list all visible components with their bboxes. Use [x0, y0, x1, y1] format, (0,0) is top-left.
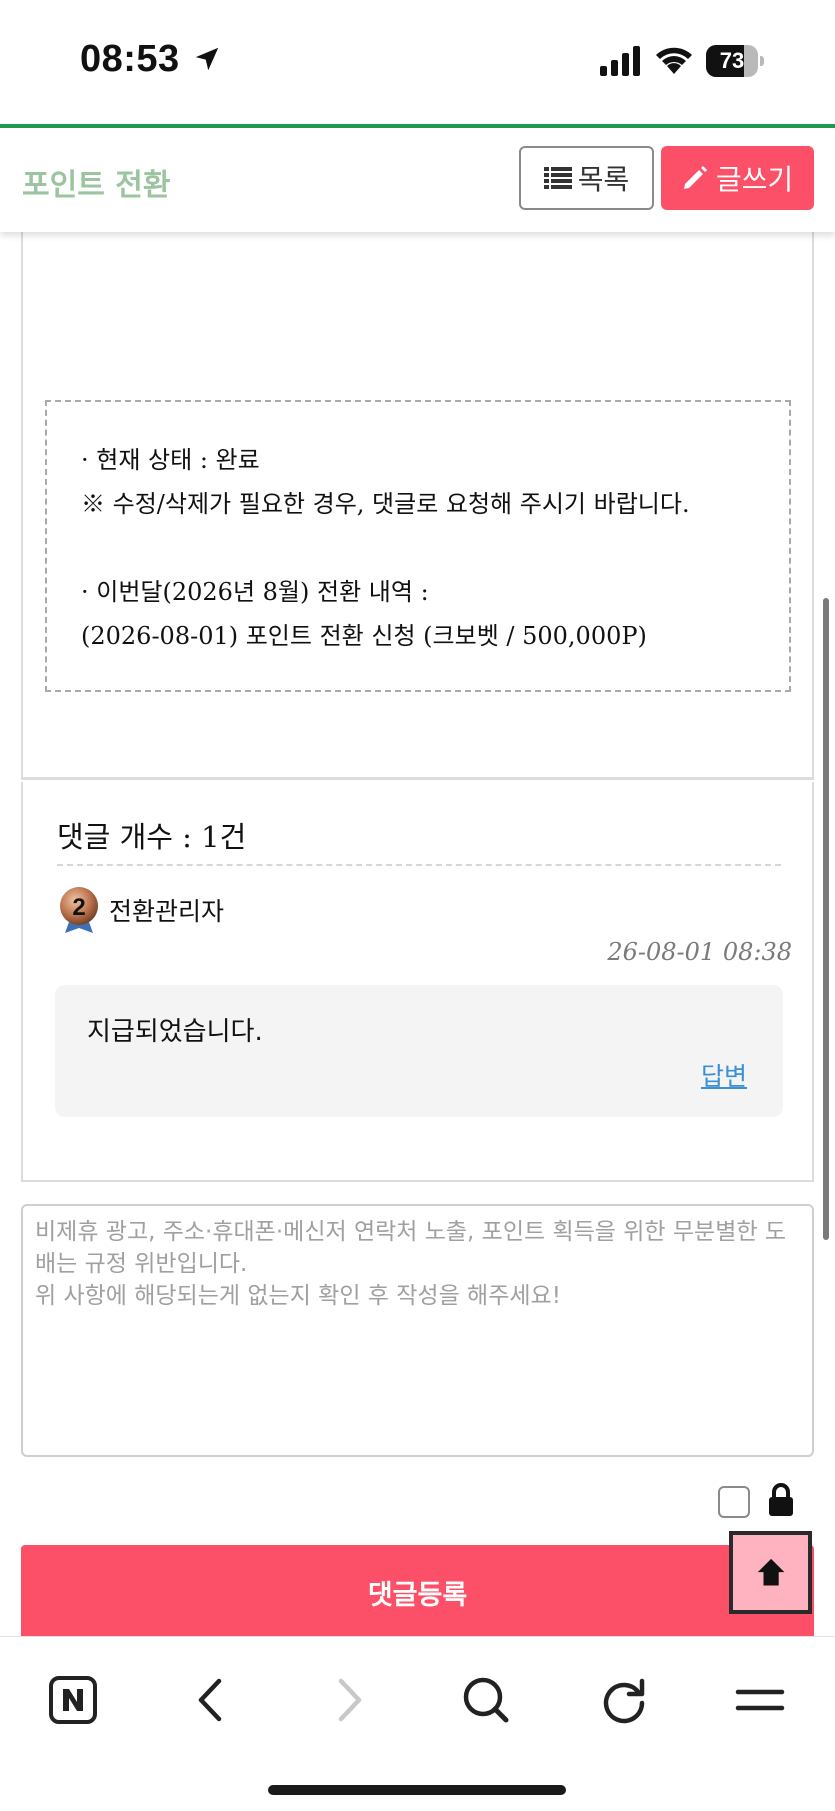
- search-icon: [463, 1677, 509, 1723]
- reply-link[interactable]: 답변: [701, 1057, 747, 1093]
- menu-icon: [735, 1689, 785, 1711]
- comment-item: 지급되었습니다. 답변: [55, 985, 783, 1117]
- write-button[interactable]: 글쓰기: [661, 146, 814, 210]
- conversion-info-box: · 현재 상태 : 완료 ※ 수정/삭제가 필요한 경우, 댓글로 요청해 주시…: [45, 400, 791, 692]
- cellular-signal-icon: [600, 46, 640, 76]
- chevron-right-icon: [338, 1678, 362, 1722]
- list-button[interactable]: 목록: [519, 146, 654, 210]
- naver-n-icon: [49, 1676, 97, 1724]
- comment-textarea[interactable]: [21, 1204, 814, 1457]
- pencil-icon: [683, 166, 707, 189]
- monthly-history-entry: (2026-08-01) 포인트 전환 신청 (크보벳 / 500,000P): [81, 622, 647, 650]
- write-button-label: 글쓰기: [715, 163, 794, 196]
- comment-date: 26-08-01 08:38: [607, 938, 792, 966]
- secret-comment-checkbox[interactable]: [718, 1486, 750, 1518]
- post-content: · 현재 상태 : 완료 ※ 수정/삭제가 필요한 경우, 댓글로 요청해 주시…: [21, 232, 814, 780]
- location-arrow-icon: [195, 47, 219, 71]
- board-header: 포인트 전환 목록 글쓰기: [0, 128, 835, 232]
- reload-icon: [603, 1678, 645, 1724]
- reload-button[interactable]: [589, 1665, 659, 1735]
- back-button[interactable]: [176, 1665, 246, 1735]
- level-number: 2: [72, 894, 85, 921]
- page-scrollbar[interactable]: [823, 598, 829, 1240]
- status-time: 08:53: [80, 38, 180, 80]
- list-icon: [543, 167, 572, 189]
- arrow-up-icon: [757, 1558, 784, 1585]
- page-title: 포인트 전환: [22, 168, 171, 203]
- comment-divider: [57, 864, 781, 866]
- lock-icon: [769, 1483, 793, 1516]
- comment-submit-label: 댓글등록: [367, 1579, 468, 1611]
- chevron-left-icon: [198, 1678, 222, 1722]
- edit-notice: ※ 수정/삭제가 필요한 경우, 댓글로 요청해 주시기 바랍니다.: [81, 490, 690, 518]
- comment-text: 지급되었습니다.: [87, 1017, 263, 1047]
- list-button-label: 목록: [577, 163, 630, 196]
- status-bar: 08:53 73: [0, 0, 835, 124]
- browser-toolbar: [0, 1636, 835, 1811]
- scroll-top-button[interactable]: [729, 1531, 812, 1614]
- current-status: · 현재 상태 : 완료: [81, 446, 260, 474]
- comment-author: 전환관리자: [109, 897, 225, 926]
- naver-home-button[interactable]: [38, 1665, 108, 1735]
- battery-icon: 73: [706, 45, 764, 77]
- battery-percent: 73: [719, 48, 745, 73]
- monthly-history-title: · 이번달(2026년 8월) 전환 내역 :: [81, 578, 429, 606]
- comment-count: 댓글 개수 : 1건: [57, 820, 247, 854]
- forward-button[interactable]: [314, 1665, 384, 1735]
- search-button[interactable]: [451, 1665, 521, 1735]
- menu-button[interactable]: [725, 1665, 795, 1735]
- level-badge-icon: 2: [60, 887, 98, 933]
- comment-section: 댓글 개수 : 1건 2 전환관리자 26-08-01 08:38 지급되었습니…: [21, 782, 814, 1182]
- wifi-icon: [656, 47, 692, 74]
- home-indicator: [268, 1785, 566, 1795]
- comment-submit-button[interactable]: 댓글등록: [21, 1545, 814, 1645]
